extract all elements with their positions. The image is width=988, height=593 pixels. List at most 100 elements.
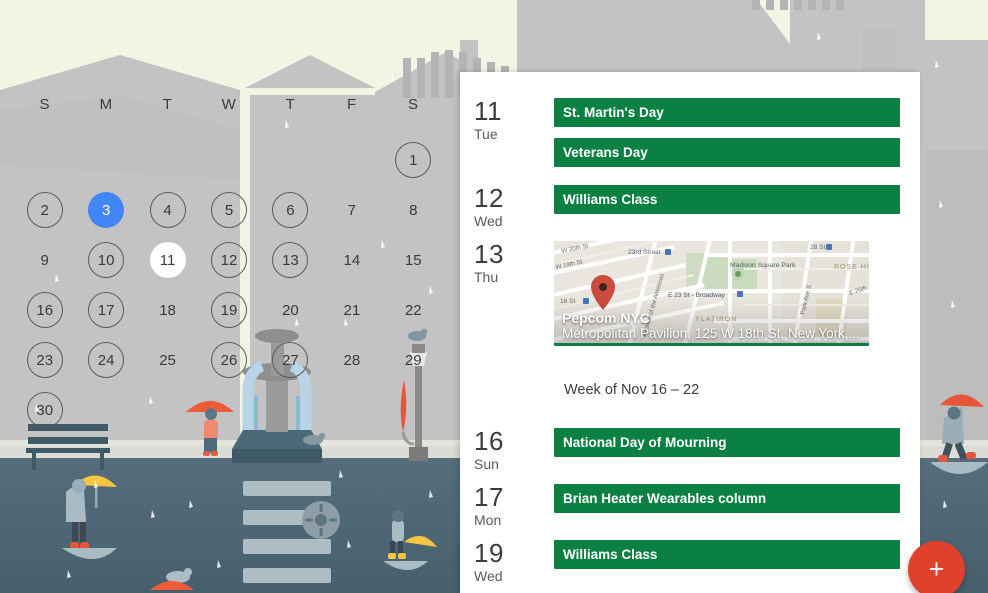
map-card-labels: Pepcom NYC Metropolitan Pavilion, 125 W 1… [554,310,869,342]
month-day-cell[interactable]: 1 [383,135,444,185]
month-day-cell[interactable]: 28 [321,335,382,385]
event-chip[interactable]: Williams Class [554,540,900,569]
month-day-number: 1 [395,142,432,178]
month-day-cell[interactable]: 12 [198,235,259,285]
month-day-number: 22 [404,301,422,319]
month-week-row: 23 24 25 26 27 28 29 [14,335,444,385]
agenda-weekday-label: Wed [474,213,503,229]
month-day-cell[interactable]: 16 [14,285,75,335]
month-day-cell[interactable]: 3 [75,185,136,235]
weekday-header-sun: S [39,96,50,113]
event-title: Williams Class [563,547,658,562]
agenda-day-row: 13 Thu Pepcom NYC Metropolitan Pavilion,… [460,229,920,360]
agenda-date-column[interactable]: 13 Thu [460,229,554,360]
agenda-events-column: W 20th St W 19th St 23rd Street 18 St Av… [554,229,900,360]
month-day-cell[interactable]: 11 [137,235,198,285]
month-day-cell[interactable]: 14 [321,235,382,285]
month-week-row: 1 [14,135,444,185]
agenda-day-row: 12 Wed Williams Class [460,173,920,229]
weekday-header-mon: M [99,96,113,113]
event-chip[interactable]: Veterans Day [554,138,900,167]
month-day-number: 5 [210,192,247,228]
month-calendar: S M T W T F S 1 2 3 4 5 6 7 8 9 10 11 12 13 14 15 16 17 1… [0,96,450,435]
month-week-rows: 1 2 3 4 5 6 7 8 9 10 11 12 13 14 15 16 17 18 19 20 21 22 23 24 2… [0,135,450,435]
month-day-number: 17 [88,292,125,328]
plus-icon: + [928,554,945,584]
event-chip[interactable]: Williams Class [554,185,900,214]
month-day-cell[interactable]: 20 [260,285,321,335]
month-day-number: 24 [88,342,125,378]
agenda-weekday-label: Sun [474,456,499,472]
month-day-cell-empty [137,385,198,435]
month-day-cell-empty [14,135,75,185]
month-day-cell[interactable]: 10 [75,235,136,285]
month-day-cell[interactable]: 25 [137,335,198,385]
month-day-number: 29 [404,351,422,369]
agenda-panel[interactable]: 11 Tue St. Martin's Day Veterans Day 12 Wed Wi… [460,72,920,593]
agenda-events-column: Brian Heater Wearables column [554,472,900,528]
month-day-cell[interactable]: 9 [14,235,75,285]
event-title: St. Martin's Day [563,105,664,120]
month-day-cell-empty [198,385,259,435]
month-day-number: 28 [343,351,361,369]
week-range-label: Week of Nov 16 – 22 [564,382,700,398]
agenda-day-row: 17 Mon Brian Heater Wearables column [460,472,920,528]
month-day-cell-empty [198,135,259,185]
month-day-cell[interactable]: 18 [137,285,198,335]
month-day-cell[interactable]: 27 [260,335,321,385]
month-day-number: 6 [272,192,309,228]
agenda-date-column[interactable]: 16 Sun [460,416,554,472]
month-day-number: 16 [26,292,63,328]
month-day-cell[interactable]: 22 [383,285,444,335]
month-day-cell[interactable]: 24 [75,335,136,385]
month-day-cell[interactable]: 29 [383,335,444,385]
month-day-cell[interactable]: 23 [14,335,75,385]
event-color-bar [554,343,869,346]
agenda-date-column[interactable]: 12 Wed [460,173,554,229]
event-address: Metropolitan Pavilion, 125 W 18th St, Ne… [562,325,860,341]
agenda-weekday-label: Wed [474,568,503,584]
month-day-cell[interactable]: 17 [75,285,136,335]
month-day-number: 25 [159,351,176,369]
month-day-cell[interactable]: 6 [260,185,321,235]
weekday-header-row: S M T W T F S [14,96,444,113]
event-title: Brian Heater Wearables column [563,491,767,506]
event-chip[interactable]: Brian Heater Wearables column [554,484,900,513]
event-map-card[interactable]: W 20th St W 19th St 23rd Street 18 St Av… [554,241,869,346]
event-title: Pepcom NYC [562,309,650,326]
agenda-date-column[interactable]: 11 Tue [460,86,554,173]
month-day-cell[interactable]: 8 [383,185,444,235]
month-day-cell[interactable]: 4 [137,185,198,235]
event-title: Williams Class [563,192,658,207]
event-chip[interactable]: St. Martin's Day [554,98,900,127]
month-day-cell-empty [321,385,382,435]
agenda-date-column[interactable]: 19 Wed [460,528,554,584]
month-week-row: 16 17 18 19 20 21 22 [14,285,444,335]
agenda-events-column: Williams Class [554,173,900,229]
weekday-header-fri: F [347,96,357,113]
month-day-cell[interactable]: 5 [198,185,259,235]
month-day-cell[interactable]: 13 [260,235,321,285]
month-day-cell[interactable]: 7 [321,185,382,235]
month-day-cell[interactable]: 15 [383,235,444,285]
month-day-cell[interactable]: 26 [198,335,259,385]
agenda-list: 11 Tue St. Martin's Day Veterans Day 12 Wed Wi… [460,72,920,584]
month-day-cell[interactable]: 21 [321,285,382,335]
weekday-header-tue: T [162,96,173,113]
month-day-cell[interactable]: 19 [198,285,259,335]
month-day-cell-empty [383,385,444,435]
agenda-date-column[interactable]: 17 Mon [460,472,554,528]
month-day-number: 3 [88,192,125,228]
agenda-weekday-label: Mon [474,512,502,528]
agenda-day-row: 16 Sun National Day of Mourning [460,416,920,472]
month-day-cell[interactable]: 2 [14,185,75,235]
month-day-number: 13 [272,242,309,278]
event-chip[interactable]: National Day of Mourning [554,428,900,457]
agenda-day-row: 19 Wed Williams Class [460,528,920,584]
calendar-app: S M T W T F S 1 2 3 4 5 6 7 8 9 10 11 12 13 14 15 16 17 1… [0,0,988,593]
month-week-row: 30 [14,385,444,435]
agenda-day-row: 11 Tue St. Martin's Day Veterans Day [460,86,920,173]
create-event-fab[interactable]: + [908,541,965,593]
agenda-weekday-label: Tue [474,126,498,142]
month-day-cell[interactable]: 30 [14,385,75,435]
